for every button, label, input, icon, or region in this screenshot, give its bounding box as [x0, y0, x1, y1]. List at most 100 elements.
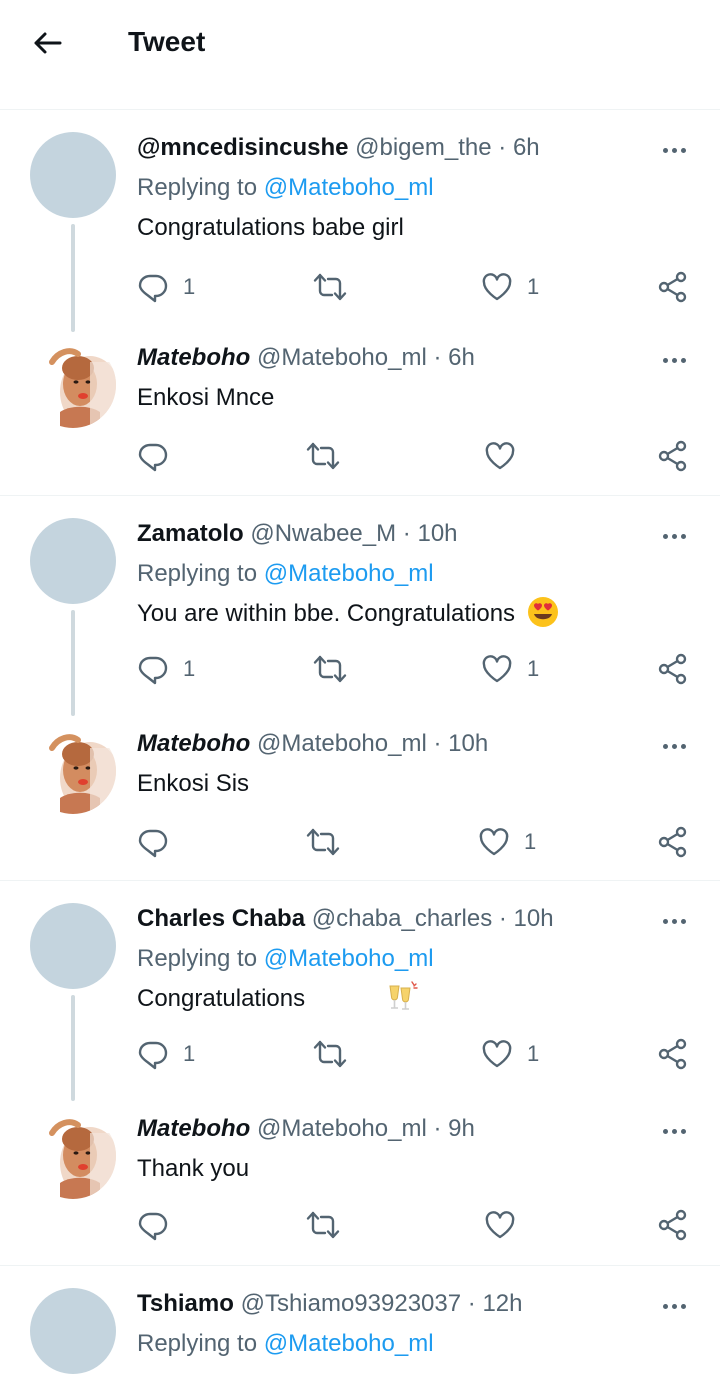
mention-link[interactable]: @Mateboho_ml [264, 945, 434, 972]
heart-icon [478, 826, 510, 858]
tweet-meta: Mateboho @Mateboho_ml · 6h [137, 344, 475, 372]
display-name[interactable]: Charles Chaba [137, 905, 305, 932]
share-icon [657, 826, 689, 858]
heart-eyes-emoji-icon [527, 596, 558, 627]
tweet-text: Enkosi Sis [137, 770, 250, 797]
separator-dot: · [402, 520, 411, 547]
mention-link[interactable]: @Mateboho_ml [264, 560, 434, 587]
separator-dot: · [498, 905, 507, 932]
reply-count: 1 [183, 274, 196, 299]
like-button[interactable]: 1 [478, 826, 536, 858]
display-name[interactable]: @mncedisincushe [137, 134, 348, 161]
reply-tweet[interactable]: Zamatolo @Nwabee_M · 10h Replying to @Ma… [0, 496, 720, 716]
reply-button[interactable]: 1 [137, 653, 195, 685]
timestamp[interactable]: 10h [448, 730, 488, 757]
avatar[interactable] [30, 903, 116, 989]
share-button[interactable] [657, 440, 689, 472]
more-options-button[interactable] [658, 142, 690, 158]
reply-tweet[interactable]: Mateboho @Mateboho_ml · 6h Enkosi Mnce [0, 330, 720, 495]
timestamp[interactable]: 6h [448, 344, 475, 371]
retweet-icon [306, 1209, 340, 1241]
share-icon [657, 1209, 689, 1241]
reply-button[interactable] [137, 1209, 169, 1241]
timestamp[interactable]: 10h [417, 520, 457, 547]
share-button[interactable] [657, 271, 689, 303]
like-button[interactable] [484, 1209, 516, 1241]
timestamp[interactable]: 12h [482, 1290, 522, 1317]
reply-count: 1 [183, 656, 196, 681]
avatar[interactable] [30, 518, 116, 604]
like-button[interactable]: 1 [481, 1038, 539, 1070]
display-name[interactable]: Mateboho [137, 1115, 250, 1142]
handle[interactable]: @Mateboho_ml [257, 1115, 427, 1142]
page-title: Tweet [128, 26, 206, 57]
handle[interactable]: @bigem_the [355, 134, 491, 161]
heart-icon [481, 271, 513, 303]
retweet-button[interactable] [306, 440, 340, 472]
reply-button[interactable]: 1 [137, 271, 195, 303]
reply-button[interactable] [137, 440, 169, 472]
handle[interactable]: @Mateboho_ml [257, 730, 427, 757]
avatar[interactable] [30, 342, 116, 428]
display-name[interactable]: Mateboho [137, 730, 250, 757]
handle[interactable]: @Nwabee_M [250, 520, 396, 547]
share-icon [657, 440, 689, 472]
more-options-button[interactable] [658, 913, 690, 929]
replying-to-label: Replying to [137, 560, 258, 587]
more-options-button[interactable] [658, 528, 690, 544]
reply-button[interactable]: 1 [137, 1038, 195, 1070]
reply-tweet[interactable]: Mateboho @Mateboho_ml · 10h Enkosi Sis 1 [0, 716, 720, 880]
heart-icon [481, 653, 513, 685]
timestamp[interactable]: 6h [513, 134, 540, 161]
tweet-text-content: You are within bbe. Congratulations [137, 600, 516, 627]
reply-icon [137, 1209, 169, 1241]
share-button[interactable] [657, 653, 689, 685]
more-options-button[interactable] [658, 738, 690, 754]
reply-tweet[interactable]: Tshiamo @Tshiamo93923037 · 12h Replying … [0, 1266, 720, 1387]
share-button[interactable] [657, 1038, 689, 1070]
avatar[interactable] [30, 1113, 116, 1199]
retweet-button[interactable] [306, 826, 340, 858]
reply-icon [137, 826, 169, 858]
reply-button[interactable] [137, 826, 169, 858]
share-button[interactable] [657, 1209, 689, 1241]
share-button[interactable] [657, 826, 689, 858]
handle[interactable]: @Mateboho_ml [257, 344, 427, 371]
more-options-button[interactable] [658, 1298, 690, 1314]
handle[interactable]: @Tshiamo93923037 [241, 1290, 462, 1317]
retweet-button[interactable] [313, 1038, 347, 1070]
avatar[interactable] [30, 1288, 116, 1374]
timestamp[interactable]: 9h [448, 1115, 475, 1142]
handle[interactable]: @chaba_charles [312, 905, 492, 932]
retweet-button[interactable] [313, 271, 347, 303]
tweet-meta: Charles Chaba @chaba_charles · 10h [137, 905, 554, 933]
reply-tweet[interactable]: Charles Chaba @chaba_charles · 10h Reply… [0, 881, 720, 1101]
separator-dot: · [433, 1115, 442, 1142]
tweet-meta: Mateboho @Mateboho_ml · 9h [137, 1115, 475, 1143]
retweet-button[interactable] [306, 1209, 340, 1241]
avatar[interactable] [30, 728, 116, 814]
replying-to: Replying to @Mateboho_ml [137, 1330, 434, 1358]
avatar[interactable] [30, 132, 116, 218]
like-button[interactable]: 1 [481, 653, 539, 685]
display-name[interactable]: Tshiamo [137, 1290, 234, 1317]
mention-link[interactable]: @Mateboho_ml [264, 174, 434, 201]
mention-link[interactable]: @Mateboho_ml [264, 1330, 434, 1357]
thread-line [71, 995, 75, 1101]
like-button[interactable] [484, 440, 516, 472]
like-button[interactable]: 1 [481, 271, 539, 303]
reply-tweet[interactable]: @mncedisincushe @bigem_the · 6h Replying… [0, 110, 720, 332]
reply-tweet[interactable]: Mateboho @Mateboho_ml · 9h Thank you [0, 1101, 720, 1265]
more-options-button[interactable] [658, 1123, 690, 1139]
timestamp[interactable]: 10h [514, 905, 554, 932]
separator-dot: · [467, 1290, 476, 1317]
display-name[interactable]: Zamatolo [137, 520, 244, 547]
back-button[interactable] [30, 28, 64, 58]
retweet-icon [306, 440, 340, 472]
display-name[interactable]: Mateboho [137, 344, 250, 371]
replying-to-label: Replying to [137, 174, 258, 201]
top-bar: Tweet [0, 0, 720, 110]
tweet-meta: Mateboho @Mateboho_ml · 10h [137, 730, 488, 758]
more-options-button[interactable] [658, 352, 690, 368]
retweet-button[interactable] [313, 653, 347, 685]
